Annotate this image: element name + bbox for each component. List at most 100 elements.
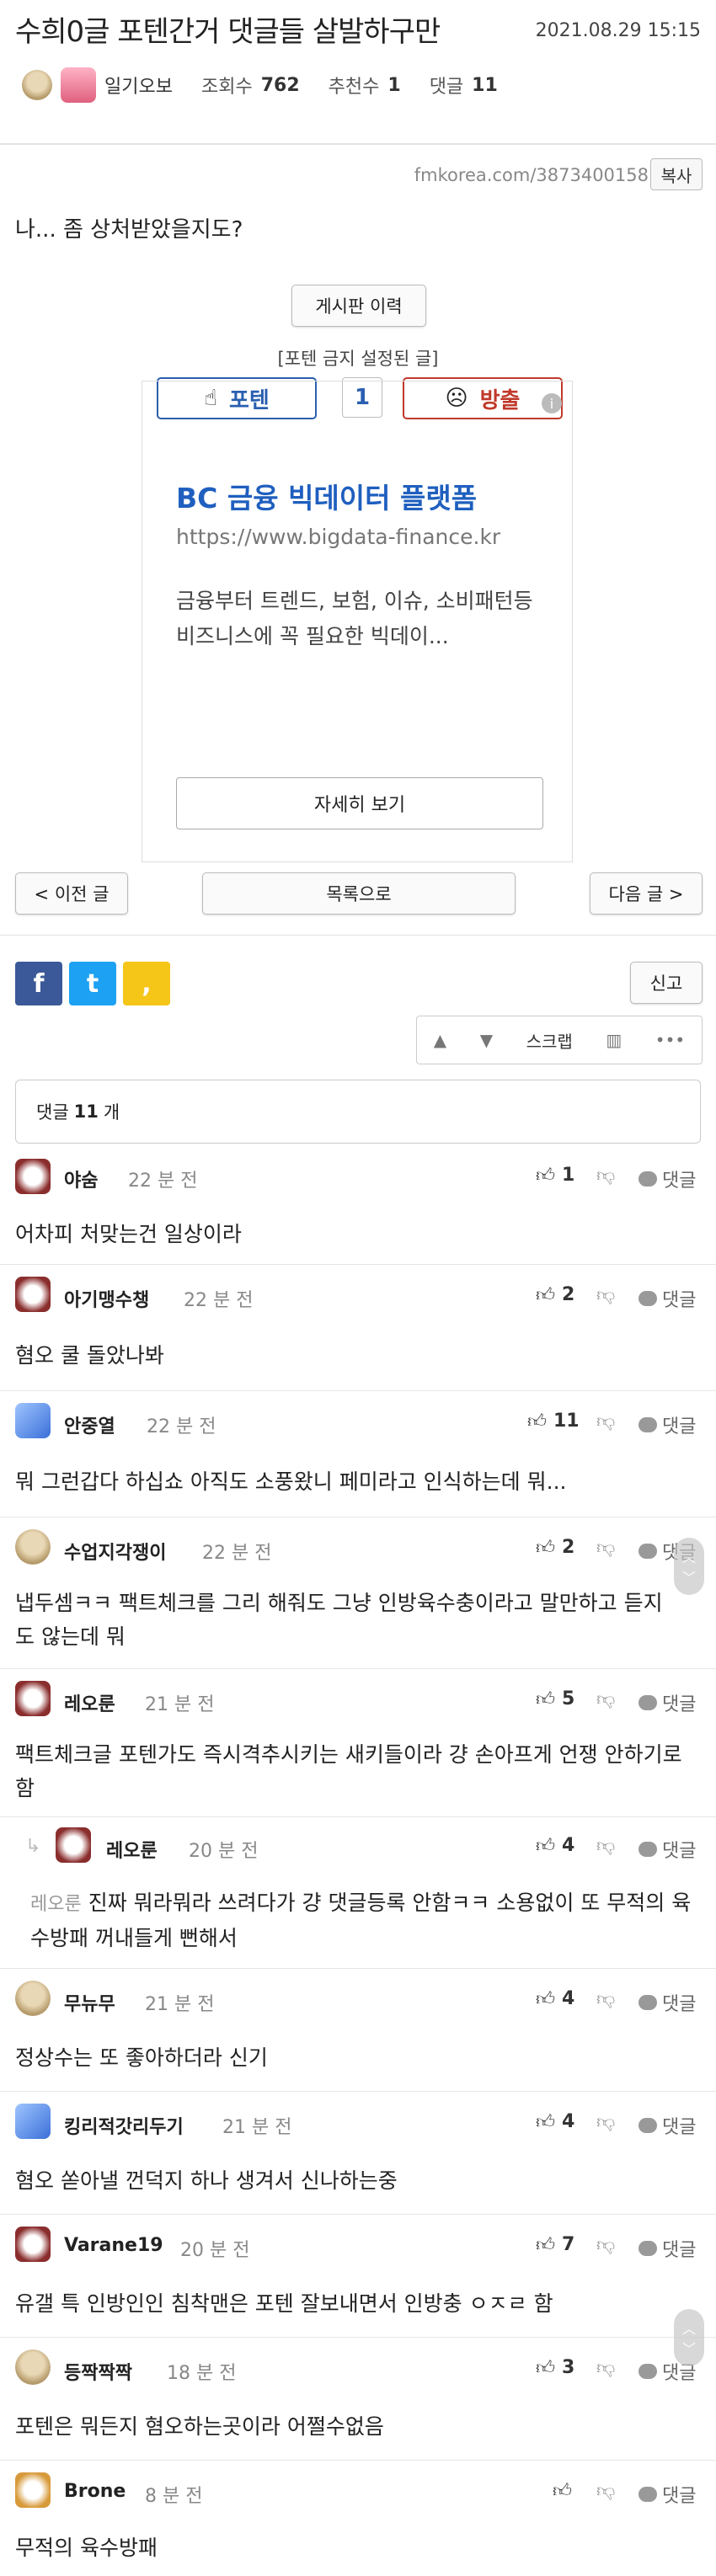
speech-bubble-icon — [639, 1695, 657, 1710]
comment-text: 어차피 처맞는건 일상이라 — [15, 1222, 242, 1246]
stats-icon[interactable]: ▥ — [606, 1030, 622, 1050]
comment-body: 진짜 뭐라뭐라 쓰려다가 걍 댓글등록 안함ㅋㅋ 소용없이 또 무적의 육수방패… — [30, 1891, 692, 1950]
twitter-share-icon[interactable]: t — [69, 962, 116, 1005]
arrow-down-icon[interactable]: ▼ — [480, 1030, 493, 1050]
facebook-share-icon[interactable]: f — [15, 962, 62, 1005]
scrap-button[interactable]: 스크랩 — [526, 1028, 573, 1053]
upvote-button[interactable]: 👍︎ — [553, 2479, 579, 2502]
comment-item: 등짝짝짝 18 분 전 👍︎ 3 👎︎ 댓글 포텐은 뭐든지 혐오하는곳이라 어쩔… — [0, 2338, 716, 2461]
commenter-avatar[interactable] — [15, 2104, 51, 2139]
list-button[interactable]: 목록으로 — [202, 872, 516, 915]
upvote-button[interactable]: 👍︎ 4 — [536, 2110, 574, 2133]
speech-bubble-icon — [639, 1995, 657, 2010]
commenter-name[interactable]: 무뉴무 — [64, 1989, 115, 2016]
commenter-name[interactable]: Varane19 — [64, 2235, 163, 2256]
more-button[interactable]: ••• — [655, 1030, 685, 1050]
copy-url-button[interactable]: 복사 — [650, 158, 703, 190]
ad-cta-button[interactable]: 자세히 보기 — [176, 777, 543, 829]
reply-button[interactable]: 댓글 — [639, 1989, 696, 2016]
reply-button[interactable]: 댓글 — [639, 1165, 696, 1192]
upvote-button[interactable]: 👍︎ 3 — [536, 2356, 574, 2379]
ad-info-icon[interactable]: i — [542, 393, 562, 413]
thumb-down-icon[interactable]: 👎︎ — [596, 1536, 615, 1559]
kakao-share-icon[interactable]: , — [123, 962, 170, 1005]
scroll-button[interactable]: ︿ ﹀ — [674, 1538, 704, 1595]
chevron-down-icon: ﹀ — [681, 2341, 696, 2357]
speech-bubble-icon — [639, 1842, 657, 1857]
reply-button[interactable]: 댓글 — [639, 1836, 696, 1863]
upvote-button[interactable]: 👍︎ 5 — [536, 1688, 574, 1710]
post-toolbar: ▲ ▼ 스크랩 ▥ ••• — [416, 1016, 703, 1064]
ad-description: 금융부터 트렌드, 보험, 이슈, 소비패턴등 비즈니스에 꼭 필요한 빅데이.… — [176, 589, 533, 648]
comment-count-bar: 댓글 11 개 — [15, 1080, 701, 1144]
comment-text: 팩트체크글 포텐가도 즉시격추시키는 새키들이라 걍 손아프게 언쟁 안하기로 … — [15, 1742, 682, 1800]
thumb-down-icon[interactable]: 👎︎ — [596, 2356, 615, 2379]
thumb-down-icon[interactable]: 👎︎ — [596, 1987, 615, 2010]
commenter-avatar[interactable] — [15, 2472, 51, 2508]
upvote-button[interactable]: 👍︎ 4 — [536, 1834, 574, 1857]
commenter-avatar[interactable] — [56, 1827, 91, 1863]
commenter-name[interactable]: 레오룬 — [106, 1836, 158, 1863]
scroll-button[interactable]: ︿ ﹀ — [674, 2309, 704, 2366]
thumb-down-icon[interactable]: 👎︎ — [596, 2479, 615, 2502]
thumb-up-icon: 👍︎ — [536, 1538, 555, 1559]
post-meta: 일기오보 조회수 762 추천수 1 댓글 11 — [22, 67, 498, 103]
thumb-down-icon[interactable]: 👎︎ — [596, 1164, 615, 1187]
author-avatar[interactable] — [61, 67, 96, 103]
report-button[interactable]: 신고 — [630, 962, 703, 1004]
comment-count-unit: 개 — [103, 1102, 120, 1123]
commenter-avatar[interactable] — [15, 1159, 51, 1194]
upvote-button[interactable]: 👍︎ 7 — [536, 2233, 574, 2256]
upvote-button[interactable]: 👍︎ 4 — [536, 1987, 574, 2010]
reply-button[interactable]: 댓글 — [639, 2481, 696, 2508]
thumb-down-icon[interactable]: 👎︎ — [596, 2110, 615, 2133]
commenter-name[interactable]: Brone — [64, 2481, 126, 2502]
commenter-avatar[interactable] — [15, 1403, 51, 1438]
upvote-count: 4 — [562, 1835, 575, 1856]
board-history-button[interactable]: 게시판 이력 — [291, 285, 426, 327]
reply-button[interactable]: 댓글 — [639, 1689, 696, 1716]
thumb-down-icon[interactable]: 👎︎ — [596, 1688, 615, 1710]
reply-button[interactable]: 댓글 — [639, 1285, 696, 1312]
commenter-avatar[interactable] — [15, 1529, 51, 1565]
arrow-up-icon[interactable]: ▲ — [434, 1030, 446, 1050]
post-date: 2021.08.29 15:15 — [535, 20, 701, 41]
commenter-name[interactable]: 레오룬 — [64, 1689, 115, 1716]
thumb-up-icon: 👍︎ — [536, 1689, 555, 1710]
commenter-name[interactable]: 아기맹수챙 — [64, 1285, 149, 1312]
mention-label[interactable]: 레오룬 — [30, 1894, 82, 1915]
thumb-down-icon[interactable]: 👎︎ — [596, 1834, 615, 1857]
commenter-name[interactable]: 수업지각쟁이 — [64, 1538, 166, 1565]
comment-text: 혐오 쿨 돌았나봐 — [15, 1343, 164, 1368]
reply-label: 댓글 — [662, 2240, 697, 2261]
recommend-label: 추천수 — [328, 77, 380, 98]
commenter-avatar[interactable] — [15, 2227, 51, 2262]
commenter-name[interactable]: 안중열 — [64, 1411, 115, 1438]
comment-time: 20 분 전 — [189, 1841, 259, 1862]
prev-post-button[interactable]: < 이전 글 — [15, 872, 128, 915]
author-name[interactable]: 일기오보 — [104, 72, 173, 99]
upvote-count: 2 — [562, 1537, 575, 1558]
thumb-down-icon[interactable]: 👎︎ — [596, 1283, 615, 1306]
commenter-avatar[interactable] — [15, 1277, 51, 1312]
ad-title[interactable]: BC 금융 빅데이터 플랫폼 — [176, 476, 477, 516]
commenter-name[interactable]: 야숨 — [64, 1165, 98, 1192]
commenter-name[interactable]: 등짝짝짝 — [64, 2358, 132, 2385]
reply-button[interactable]: 댓글 — [639, 1411, 696, 1438]
thumb-down-icon[interactable]: 👎︎ — [596, 2233, 615, 2256]
commenter-avatar[interactable] — [15, 2349, 51, 2385]
thumb-down-icon[interactable]: 👎︎ — [596, 1410, 615, 1432]
upvote-button[interactable]: 👍︎ 1 — [536, 1164, 574, 1187]
upvote-button[interactable]: 👍︎ 11 — [527, 1410, 580, 1432]
next-post-button[interactable]: 다음 글 > — [590, 872, 703, 915]
commenter-name[interactable]: 킹리적갓리두기 — [64, 2112, 184, 2139]
upvote-button[interactable]: 👍︎ 2 — [536, 1283, 574, 1306]
reply-button[interactable]: 댓글 — [639, 2112, 696, 2139]
commenter-avatar[interactable] — [15, 1981, 51, 2016]
reply-button[interactable]: 댓글 — [639, 2235, 696, 2262]
upvote-count: 3 — [562, 2357, 575, 2378]
ad-banner[interactable]: i BC 금융 빅데이터 플랫폼 https://www.bigdata-fin… — [142, 381, 573, 862]
commenter-avatar[interactable] — [15, 1681, 51, 1716]
comment-time: 21 분 전 — [145, 1994, 215, 2015]
upvote-button[interactable]: 👍︎ 2 — [536, 1536, 574, 1559]
